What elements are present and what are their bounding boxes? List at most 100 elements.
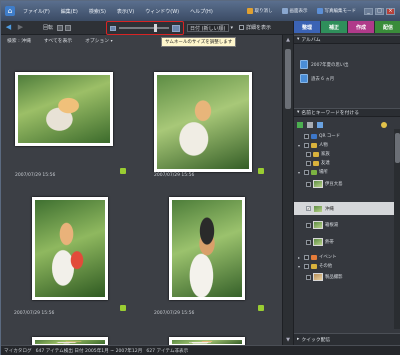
people-icon bbox=[311, 142, 317, 148]
keyword-checkbox[interactable] bbox=[304, 142, 309, 148]
menu-help[interactable]: ヘルプ(H) bbox=[190, 8, 213, 15]
panel-scrollbar[interactable] bbox=[394, 129, 400, 329]
photo-browser: 検索 : 沖縄 すべてを表示 オプション ▾ 2007/07/29 15:56 … bbox=[1, 35, 282, 347]
thumbnail-grid: 2007/07/29 15:56 2007/07/29 15:56 2007/0… bbox=[1, 45, 282, 347]
menu-view[interactable]: 表示(V) bbox=[117, 8, 134, 15]
status-bar: マイカタログ 647 アイテム検出 日付 2005年1月 ~ 2007年12月 … bbox=[1, 345, 400, 355]
home-icon[interactable]: ⌂ bbox=[5, 6, 15, 16]
keyword-item[interactable]: 熱帯 bbox=[306, 236, 398, 248]
rotate-left-icon[interactable] bbox=[57, 24, 64, 31]
scroll-up-icon[interactable]: ▲ bbox=[284, 36, 292, 44]
large-thumbnail-icon[interactable] bbox=[172, 24, 180, 32]
rotate-right-icon[interactable] bbox=[65, 24, 72, 31]
tag-icon[interactable] bbox=[120, 168, 126, 174]
editor-mode-button[interactable]: 写真編集モード bbox=[314, 7, 360, 15]
thumbnail-size-slider[interactable] bbox=[119, 24, 169, 32]
editor-icon bbox=[316, 8, 323, 14]
keyword-checkbox[interactable] bbox=[306, 239, 311, 245]
minimize-button[interactable]: _ bbox=[364, 7, 373, 15]
album-label: 2007年夏の思い出 bbox=[311, 62, 349, 68]
photo-date: 2007/07/29 15:56 bbox=[15, 173, 56, 178]
menubar-right: 取り消し 画面表示 写真編集モード _ □ × bbox=[244, 7, 400, 15]
keyword-item[interactable]: 友達 bbox=[306, 159, 398, 167]
keyword-checkbox[interactable] bbox=[304, 254, 309, 260]
small-thumbnail-icon[interactable] bbox=[110, 25, 116, 31]
menu-file[interactable]: ファイル(F) bbox=[23, 8, 50, 15]
keyword-category[interactable]: ▾ 場所 bbox=[298, 168, 390, 176]
album-item[interactable]: 2007年夏の思い出 bbox=[300, 59, 396, 70]
search-keyword: 沖縄 bbox=[21, 38, 31, 44]
expand-icon: ▸ bbox=[297, 337, 300, 342]
album-icon bbox=[300, 60, 308, 69]
tab-share[interactable]: 配信 bbox=[375, 21, 400, 33]
filter-bar: 検索 : 沖縄 すべてを表示 オプション ▾ bbox=[1, 35, 282, 45]
keyword-checkbox[interactable] bbox=[306, 222, 311, 228]
tab-organize[interactable]: 整理 bbox=[294, 21, 321, 33]
keyword-item[interactable]: 箱根湯 bbox=[306, 219, 398, 231]
expand-icon[interactable]: ▾ bbox=[298, 143, 302, 148]
show-all-button[interactable]: すべてを表示 bbox=[44, 37, 72, 44]
scroll-thumb[interactable] bbox=[395, 133, 400, 163]
undo-button[interactable]: 取り消し bbox=[244, 7, 276, 15]
delete-keyword-icon[interactable] bbox=[307, 121, 313, 128]
expand-icon[interactable]: ▾ bbox=[298, 264, 302, 269]
qr-code-icon bbox=[311, 133, 317, 139]
options-button[interactable]: オプション ▾ bbox=[85, 37, 113, 44]
keyword-item[interactable]: 伊豆大島 bbox=[306, 178, 398, 190]
close-button[interactable]: × bbox=[386, 7, 395, 15]
photo-thumbnail[interactable] bbox=[15, 72, 113, 146]
add-keyword-icon[interactable] bbox=[297, 121, 303, 128]
keyword-checkbox[interactable] bbox=[306, 151, 311, 157]
album-panel-title: アルバム bbox=[301, 38, 321, 43]
grid-scrollbar[interactable]: ▲ ▼ bbox=[282, 35, 293, 345]
photo-thumbnail[interactable] bbox=[154, 72, 252, 172]
tab-fix[interactable]: 補正 bbox=[321, 21, 348, 33]
keyword-checkbox[interactable] bbox=[306, 160, 311, 166]
menu-window[interactable]: ウィンドウ(W) bbox=[145, 8, 179, 15]
edit-keyword-icon[interactable] bbox=[317, 121, 323, 128]
keyword-checkbox[interactable] bbox=[306, 181, 311, 187]
tag-icon[interactable] bbox=[258, 168, 264, 174]
rotate-buttons bbox=[57, 24, 72, 31]
keyword-item-selected[interactable]: ✓ 沖縄 bbox=[294, 202, 394, 215]
album-item[interactable]: 過去 6 ヵ月 bbox=[300, 73, 396, 84]
slider-handle[interactable] bbox=[154, 24, 157, 32]
keyword-item[interactable]: 家族 bbox=[306, 150, 398, 158]
tag-icon[interactable] bbox=[120, 305, 126, 311]
maximize-button[interactable]: □ bbox=[375, 7, 384, 15]
expand-icon[interactable]: ▾ bbox=[298, 170, 302, 175]
keyword-category[interactable]: ▾ 人物 bbox=[298, 141, 390, 149]
back-arrow-icon[interactable]: ◀ bbox=[4, 23, 13, 32]
album-panel-header[interactable]: ▾ アルバム bbox=[294, 35, 400, 44]
places-icon bbox=[311, 169, 317, 175]
menu-edit[interactable]: 編集(E) bbox=[61, 8, 78, 15]
quick-share-header[interactable]: ▸ クイック配信 bbox=[294, 333, 400, 345]
keyword-checkbox[interactable] bbox=[304, 263, 309, 269]
scroll-thumb[interactable] bbox=[285, 49, 291, 109]
keyword-checkbox-checked[interactable]: ✓ bbox=[306, 206, 311, 211]
show-details-toggle[interactable]: 詳細を表示 bbox=[239, 24, 271, 31]
catalog-name[interactable]: マイカタログ bbox=[4, 348, 32, 354]
expand-icon[interactable]: ▸ bbox=[298, 255, 302, 260]
forward-arrow-icon[interactable]: ▶ bbox=[16, 23, 25, 32]
bulb-icon[interactable] bbox=[381, 121, 387, 128]
details-checkbox[interactable] bbox=[239, 25, 244, 30]
scroll-down-icon[interactable]: ▼ bbox=[284, 336, 292, 344]
keyword-category[interactable]: ▾ その他 bbox=[298, 262, 390, 270]
sort-order-select[interactable]: 日付 (新しい順) ▾ bbox=[187, 24, 233, 32]
tag-icon[interactable] bbox=[258, 305, 264, 311]
keyword-checkbox[interactable] bbox=[306, 274, 311, 280]
keyword-checkbox[interactable] bbox=[304, 133, 309, 139]
keyword-panel-header[interactable]: ▾ 名前とキーワードを付ける bbox=[294, 108, 400, 117]
photo-thumbnail[interactable] bbox=[169, 197, 245, 300]
display-button[interactable]: 画面表示 bbox=[279, 7, 311, 15]
album-label: 過去 6 ヵ月 bbox=[311, 76, 335, 82]
menu-search[interactable]: 検索(S) bbox=[89, 8, 106, 15]
tab-create[interactable]: 作成 bbox=[348, 21, 375, 33]
keyword-checkbox[interactable] bbox=[304, 169, 309, 175]
keyword-item[interactable]: QR コード bbox=[298, 132, 390, 140]
photo-thumbnail[interactable] bbox=[32, 197, 108, 300]
keyword-item[interactable]: 製品撮影 bbox=[306, 271, 398, 283]
keyword-category[interactable]: ▸ イベント bbox=[298, 253, 390, 261]
keyword-label: 伊豆大島 bbox=[325, 182, 343, 187]
